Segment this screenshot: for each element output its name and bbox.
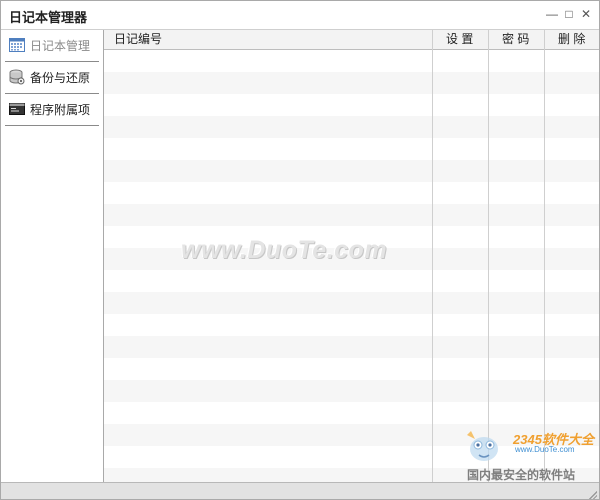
sidebar-item-program-extras[interactable]: 程序附属项	[5, 96, 99, 122]
table-body	[104, 50, 599, 482]
column-header-delete[interactable]: 删 除	[558, 30, 585, 49]
table-row[interactable]	[104, 72, 599, 94]
sidebar: 日记本管理 备份与还原 程序附属项	[1, 30, 104, 482]
watermark-duote: www.DuoTe.com	[181, 236, 388, 264]
column-divider	[544, 30, 545, 482]
table-row[interactable]	[104, 336, 599, 358]
table-row[interactable]	[104, 380, 599, 402]
column-header-diary-id[interactable]: 日记编号	[114, 30, 162, 49]
column-divider	[488, 30, 489, 482]
sidebar-item-label: 备份与还原	[30, 70, 91, 85]
table-row[interactable]	[104, 116, 599, 138]
table-row[interactable]	[104, 94, 599, 116]
minimize-button[interactable]: —	[545, 7, 559, 21]
sidebar-divider	[5, 61, 99, 62]
table-row[interactable]	[104, 358, 599, 380]
window-title: 日记本管理器	[9, 10, 88, 25]
watermark-slogan: 国内最安全的软件站	[467, 468, 576, 482]
table-row[interactable]	[104, 160, 599, 182]
title-bar: 日记本管理器 — □ ✕	[1, 1, 599, 30]
table-row[interactable]	[104, 292, 599, 314]
column-divider	[432, 30, 433, 482]
database-icon	[9, 69, 25, 85]
table-row[interactable]	[104, 402, 599, 424]
sidebar-item-backup-restore[interactable]: 备份与还原	[5, 64, 99, 90]
mascot-logo-icon	[461, 425, 507, 465]
maximize-button[interactable]: □	[562, 7, 576, 21]
sidebar-divider	[5, 125, 99, 126]
column-header-password[interactable]: 密 码	[502, 30, 529, 49]
sidebar-divider	[5, 93, 99, 94]
table-row[interactable]	[104, 182, 599, 204]
sidebar-item-diary-manager[interactable]: 日记本管理	[5, 32, 99, 58]
terminal-window-icon	[9, 101, 25, 117]
table-row[interactable]	[104, 50, 599, 72]
table-row[interactable]	[104, 204, 599, 226]
resize-grip-icon[interactable]	[587, 489, 597, 499]
calendar-grid-icon	[9, 37, 25, 53]
table-row[interactable]	[104, 270, 599, 292]
watermark-url: www.DuoTe.com	[515, 445, 575, 454]
table-row[interactable]	[104, 138, 599, 160]
sidebar-item-label: 日记本管理	[30, 38, 91, 53]
sidebar-item-label: 程序附属项	[30, 102, 91, 117]
watermark-2345: 2345软件大全 www.DuoTe.com 国内最安全的软件站	[459, 423, 599, 482]
column-header-settings[interactable]: 设 置	[446, 30, 473, 49]
status-bar	[1, 482, 599, 499]
close-button[interactable]: ✕	[579, 7, 593, 21]
table-header: 日记编号 设 置 密 码 删 除	[104, 30, 599, 50]
main-window: 日记本管理器 — □ ✕ 日记本管理 备份与还原 程序附属项 日记编号 设 置 …	[0, 0, 600, 500]
table-row[interactable]	[104, 314, 599, 336]
